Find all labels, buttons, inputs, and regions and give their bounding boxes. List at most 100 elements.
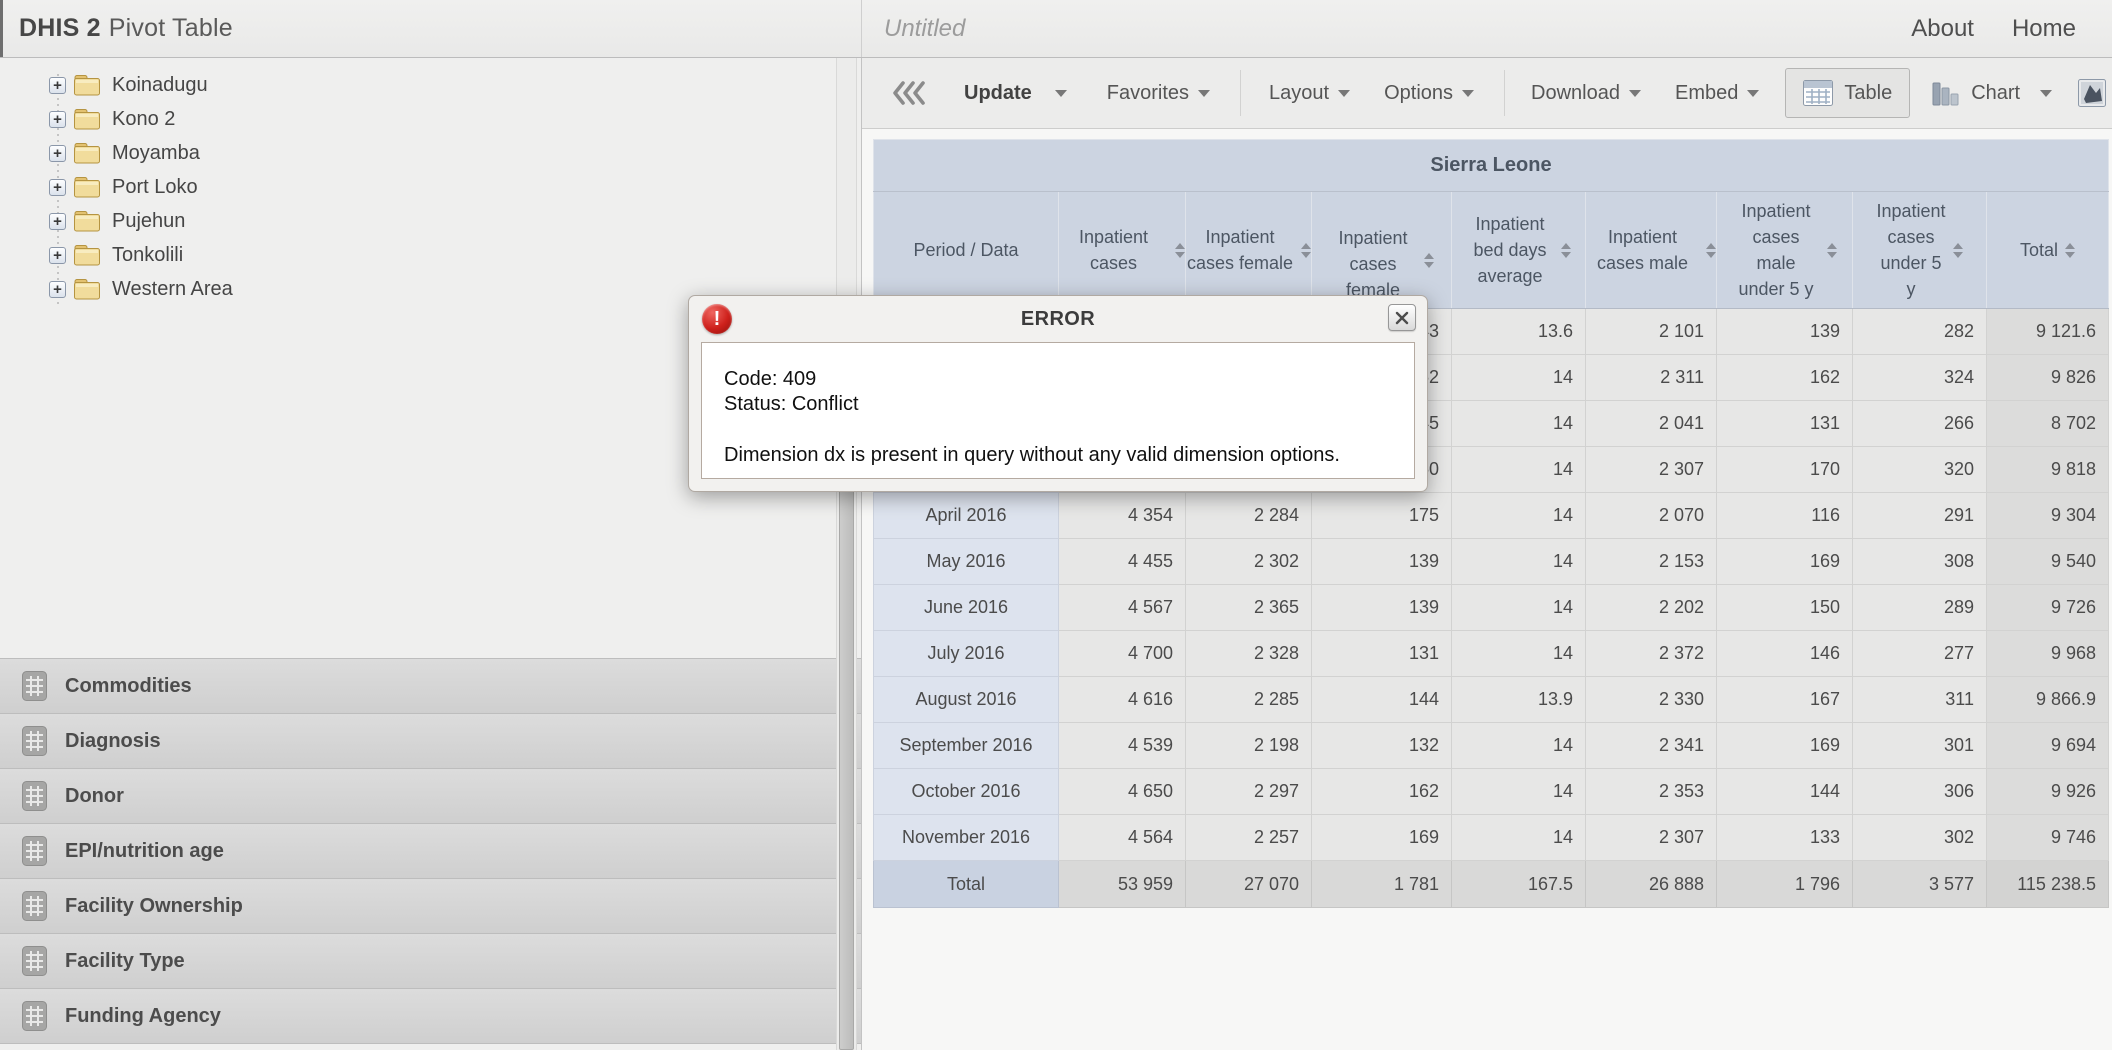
collapse-sidebar-button[interactable] — [892, 81, 928, 105]
column-header[interactable]: Inpatient cases under 5 y — [1853, 192, 1987, 309]
close-button[interactable] — [1388, 304, 1416, 331]
accordion-section-label: Diagnosis — [65, 730, 161, 753]
expand-plus-icon[interactable]: + — [49, 77, 66, 94]
tree-item[interactable]: + Moyamba — [0, 136, 861, 170]
row-total-cell: 9 866.9 — [1987, 677, 2109, 723]
sort-icon[interactable] — [2065, 243, 2075, 258]
update-button[interactable]: Update — [964, 82, 1032, 105]
tree-item[interactable]: + Kono 2 — [0, 102, 861, 136]
value-cell: 308 — [1853, 539, 1987, 585]
value-cell: 324 — [1853, 355, 1987, 401]
app-header: DHIS 2Pivot Table Untitled About Home — [0, 0, 2112, 58]
accordion-section-label: EPI/nutrition age — [65, 840, 224, 863]
accordion-section-label: Funding Agency — [65, 1005, 221, 1028]
value-cell: 2 153 — [1586, 539, 1717, 585]
table-icon — [1803, 80, 1833, 106]
about-link[interactable]: About — [1911, 15, 1974, 43]
value-cell: 2 307 — [1586, 815, 1717, 861]
tree-item-label: Tonkolili — [112, 244, 183, 267]
tree-item[interactable]: + Tonkolili — [0, 238, 861, 272]
column-header[interactable]: Inpatient bed days average — [1452, 192, 1586, 309]
scrollbar-thumb[interactable] — [839, 430, 854, 1050]
value-cell: 139 — [1312, 585, 1452, 631]
expand-plus-icon[interactable]: + — [49, 247, 66, 264]
favorites-menu[interactable]: Favorites — [1107, 82, 1210, 105]
caret-down-icon — [1338, 90, 1350, 97]
value-cell: 311 — [1853, 677, 1987, 723]
value-cell: 4 354 — [1059, 493, 1186, 539]
error-icon: ! — [702, 304, 732, 334]
row-total-cell: 9 726 — [1987, 585, 2109, 631]
expand-plus-icon[interactable]: + — [49, 111, 66, 128]
sort-icon[interactable] — [1953, 243, 1963, 258]
column-header[interactable]: Inpatient cases male under 5 y — [1717, 192, 1853, 309]
column-header[interactable]: Total — [1987, 192, 2109, 309]
accordion-section[interactable]: Facility Type — [0, 934, 861, 989]
accordion-section[interactable]: Funding Agency — [0, 989, 861, 1044]
toolbar-separator — [1504, 70, 1505, 116]
row-axis-header: Period / Data — [874, 192, 1059, 309]
accordion-section[interactable]: EPI/nutrition age — [0, 824, 861, 879]
tree-item[interactable]: + Koinadugu — [0, 68, 861, 102]
layout-menu[interactable]: Layout — [1269, 82, 1350, 105]
value-cell: 146 — [1717, 631, 1853, 677]
value-cell: 2 070 — [1586, 493, 1717, 539]
expand-plus-icon[interactable]: + — [49, 281, 66, 298]
value-cell: 162 — [1312, 769, 1452, 815]
value-cell: 167 — [1717, 677, 1853, 723]
value-cell: 2 284 — [1186, 493, 1312, 539]
value-cell: 2 285 — [1186, 677, 1312, 723]
dimension-grid-icon — [22, 946, 47, 976]
accordion-section[interactable]: Donor — [0, 769, 861, 824]
dialog-title: ERROR — [689, 296, 1427, 342]
expand-plus-icon[interactable]: + — [49, 213, 66, 230]
accordion-section-label: Facility Type — [65, 950, 185, 973]
update-caret-icon[interactable] — [1055, 90, 1067, 97]
value-cell: 4 567 — [1059, 585, 1186, 631]
column-header[interactable]: Inpatient cases female — [1186, 192, 1312, 309]
chart-view-button[interactable]: Chart — [1932, 79, 2052, 107]
period-cell: May 2016 — [874, 539, 1059, 585]
options-menu[interactable]: Options — [1384, 82, 1474, 105]
download-menu[interactable]: Download — [1531, 82, 1641, 105]
caret-down-icon — [2040, 90, 2052, 97]
table-view-button[interactable]: Table — [1785, 68, 1910, 118]
sort-icon[interactable] — [1424, 253, 1434, 268]
column-header[interactable]: Inpatient cases — [1059, 192, 1186, 309]
table-row: June 2016 4 567 2 365 139 14 2 202 150 2… — [874, 585, 2109, 631]
home-link[interactable]: Home — [2012, 15, 2076, 43]
value-cell: 14 — [1452, 493, 1586, 539]
value-cell: 162 — [1717, 355, 1853, 401]
row-total-cell: 9 818 — [1987, 447, 2109, 493]
error-dialog: ! ERROR Code: 409 Status: Conflict Dimen… — [688, 295, 1428, 492]
accordion-section[interactable]: Diagnosis — [0, 714, 861, 769]
expand-plus-icon[interactable]: + — [49, 179, 66, 196]
map-view-button[interactable]: Map — [2078, 79, 2112, 107]
row-total-cell: 9 304 — [1987, 493, 2109, 539]
sort-icon[interactable] — [1827, 243, 1837, 258]
tree-item[interactable]: + Port Loko — [0, 170, 861, 204]
accordion-section[interactable]: Commodities — [0, 659, 861, 714]
dimension-accordion: Commodities Diagnosis — [0, 659, 861, 1044]
dialog-header[interactable]: ! ERROR — [689, 296, 1427, 342]
tree-item[interactable]: + Pujehun — [0, 204, 861, 238]
sidebar-scrollbar[interactable] — [836, 58, 857, 1050]
value-cell: 2 330 — [1586, 677, 1717, 723]
sort-icon[interactable] — [1175, 243, 1185, 258]
total-value-cell: 1 781 — [1312, 861, 1452, 908]
sort-icon[interactable] — [1561, 243, 1571, 258]
error-code-line: Code: 409 — [724, 367, 1404, 392]
expand-plus-icon[interactable]: + — [49, 145, 66, 162]
value-cell: 169 — [1717, 539, 1853, 585]
value-cell: 4 539 — [1059, 723, 1186, 769]
folder-icon — [74, 211, 100, 232]
column-header[interactable]: Inpatient cases female under 5 y — [1312, 192, 1452, 309]
sort-icon[interactable] — [1301, 243, 1311, 258]
total-value-cell: 26 888 — [1586, 861, 1717, 908]
sort-icon[interactable] — [1706, 243, 1716, 258]
accordion-section[interactable]: Facility Ownership — [0, 879, 861, 934]
table-row: October 2016 4 650 2 297 162 14 2 353 14… — [874, 769, 2109, 815]
column-header[interactable]: Inpatient cases male — [1586, 192, 1717, 309]
value-cell: 144 — [1312, 677, 1452, 723]
embed-menu[interactable]: Embed — [1675, 82, 1759, 105]
